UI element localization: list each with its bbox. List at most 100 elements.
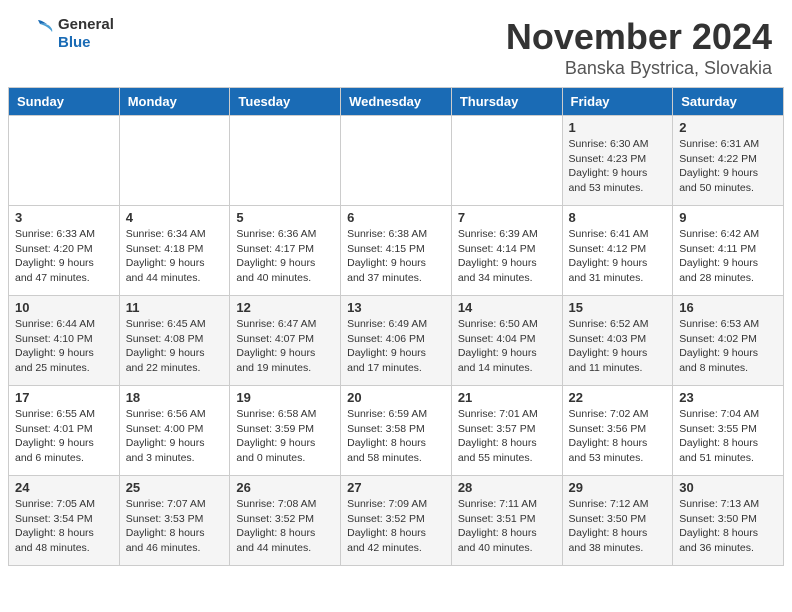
table-cell: 23Sunrise: 7:04 AM Sunset: 3:55 PM Dayli… xyxy=(673,386,784,476)
day-number: 16 xyxy=(679,300,777,315)
weekday-header-row: Sunday Monday Tuesday Wednesday Thursday… xyxy=(9,88,784,116)
header-tuesday: Tuesday xyxy=(230,88,341,116)
day-number: 19 xyxy=(236,390,334,405)
table-cell: 25 Sunrise: 7:07 AM Sunset: 3:53 PM Dayli… xyxy=(119,476,230,566)
table-cell xyxy=(119,116,230,206)
day-info: Sunrise: 7:02 AM Sunset: 3:56 PM Dayligh… xyxy=(569,407,667,466)
header-sunday: Sunday xyxy=(9,88,120,116)
day-number: 7 xyxy=(458,210,556,225)
table-cell: 11 Sunrise: 6:45 AM Sunset: 4:08 PM Dayli… xyxy=(119,296,230,386)
table-cell: 3 Sunrise: 6:33 AM Sunset: 4:20 PM Daylig… xyxy=(9,206,120,296)
day-number: 14 xyxy=(458,300,556,315)
table-cell: 12Sunrise: 6:47 AM Sunset: 4:07 PM Dayli… xyxy=(230,296,341,386)
table-cell: 1Sunrise: 6:30 AM Sunset: 4:23 PM Daylig… xyxy=(562,116,673,206)
header-saturday: Saturday xyxy=(673,88,784,116)
day-info: Sunrise: 6:33 AM Sunset: 4:20 PM Dayligh… xyxy=(15,227,113,286)
day-info: Sunrise: 6:53 AM Sunset: 4:02 PM Dayligh… xyxy=(679,317,777,376)
logo-blue: Blue xyxy=(58,34,114,52)
table-cell xyxy=(451,116,562,206)
table-cell xyxy=(9,116,120,206)
day-info: Sunrise: 6:39 AM Sunset: 4:14 PM Dayligh… xyxy=(458,227,556,286)
week-row-4: 17Sunrise: 6:55 AM Sunset: 4:01 PM Dayli… xyxy=(9,386,784,476)
logo: General Blue xyxy=(20,16,114,52)
table-cell: 24 Sunrise: 7:05 AM Sunset: 3:54 PM Dayli… xyxy=(9,476,120,566)
table-cell: 20 Sunrise: 6:59 AM Sunset: 3:58 PM Dayli… xyxy=(341,386,452,476)
table-cell: 8 Sunrise: 6:41 AM Sunset: 4:12 PM Daylig… xyxy=(562,206,673,296)
week-row-1: 1Sunrise: 6:30 AM Sunset: 4:23 PM Daylig… xyxy=(9,116,784,206)
header-wednesday: Wednesday xyxy=(341,88,452,116)
page-container: General Blue November 2024 Banska Bystri… xyxy=(0,0,792,566)
day-number: 6 xyxy=(347,210,445,225)
header-friday: Friday xyxy=(562,88,673,116)
day-number: 29 xyxy=(569,480,667,495)
table-cell: 29 Sunrise: 7:12 AM Sunset: 3:50 PM Dayli… xyxy=(562,476,673,566)
day-number: 2 xyxy=(679,120,777,135)
day-info: Sunrise: 7:12 AM Sunset: 3:50 PM Dayligh… xyxy=(569,497,667,556)
day-info: Sunrise: 6:58 AM Sunset: 3:59 PM Dayligh… xyxy=(236,407,334,466)
day-number: 30 xyxy=(679,480,777,495)
day-info: Sunrise: 6:59 AM Sunset: 3:58 PM Dayligh… xyxy=(347,407,445,466)
day-info: Sunrise: 6:55 AM Sunset: 4:01 PM Dayligh… xyxy=(15,407,113,466)
header-monday: Monday xyxy=(119,88,230,116)
table-cell: 21Sunrise: 7:01 AM Sunset: 3:57 PM Dayli… xyxy=(451,386,562,476)
day-info: Sunrise: 7:09 AM Sunset: 3:52 PM Dayligh… xyxy=(347,497,445,556)
day-number: 9 xyxy=(679,210,777,225)
table-cell: 17Sunrise: 6:55 AM Sunset: 4:01 PM Dayli… xyxy=(9,386,120,476)
table-cell: 22Sunrise: 7:02 AM Sunset: 3:56 PM Dayli… xyxy=(562,386,673,476)
location: Banska Bystrica, Slovakia xyxy=(506,58,772,79)
day-info: Sunrise: 7:08 AM Sunset: 3:52 PM Dayligh… xyxy=(236,497,334,556)
week-row-2: 3 Sunrise: 6:33 AM Sunset: 4:20 PM Daylig… xyxy=(9,206,784,296)
day-info: Sunrise: 7:13 AM Sunset: 3:50 PM Dayligh… xyxy=(679,497,777,556)
table-cell: 30 Sunrise: 7:13 AM Sunset: 3:50 PM Dayli… xyxy=(673,476,784,566)
table-cell: 6Sunrise: 6:38 AM Sunset: 4:15 PM Daylig… xyxy=(341,206,452,296)
table-cell: 4Sunrise: 6:34 AM Sunset: 4:18 PM Daylig… xyxy=(119,206,230,296)
table-cell: 10Sunrise: 6:44 AM Sunset: 4:10 PM Dayli… xyxy=(9,296,120,386)
day-number: 26 xyxy=(236,480,334,495)
day-number: 11 xyxy=(126,300,224,315)
title-section: November 2024 Banska Bystrica, Slovakia xyxy=(506,16,772,79)
table-cell: 2 Sunrise: 6:31 AM Sunset: 4:22 PM Daylig… xyxy=(673,116,784,206)
day-info: Sunrise: 7:05 AM Sunset: 3:54 PM Dayligh… xyxy=(15,497,113,556)
table-cell: 9 Sunrise: 6:42 AM Sunset: 4:11 PM Daylig… xyxy=(673,206,784,296)
day-info: Sunrise: 6:44 AM Sunset: 4:10 PM Dayligh… xyxy=(15,317,113,376)
day-info: Sunrise: 6:36 AM Sunset: 4:17 PM Dayligh… xyxy=(236,227,334,286)
day-number: 5 xyxy=(236,210,334,225)
day-info: Sunrise: 7:11 AM Sunset: 3:51 PM Dayligh… xyxy=(458,497,556,556)
table-cell: 15Sunrise: 6:52 AM Sunset: 4:03 PM Dayli… xyxy=(562,296,673,386)
day-info: Sunrise: 7:07 AM Sunset: 3:53 PM Dayligh… xyxy=(126,497,224,556)
day-number: 28 xyxy=(458,480,556,495)
day-info: Sunrise: 6:45 AM Sunset: 4:08 PM Dayligh… xyxy=(126,317,224,376)
table-cell: 5 Sunrise: 6:36 AM Sunset: 4:17 PM Daylig… xyxy=(230,206,341,296)
table-cell: 7 Sunrise: 6:39 AM Sunset: 4:14 PM Daylig… xyxy=(451,206,562,296)
day-number: 25 xyxy=(126,480,224,495)
table-cell: 16 Sunrise: 6:53 AM Sunset: 4:02 PM Dayli… xyxy=(673,296,784,386)
table-cell: 27 Sunrise: 7:09 AM Sunset: 3:52 PM Dayli… xyxy=(341,476,452,566)
day-number: 18 xyxy=(126,390,224,405)
page-header: General Blue November 2024 Banska Bystri… xyxy=(0,0,792,87)
day-number: 3 xyxy=(15,210,113,225)
day-info: Sunrise: 6:50 AM Sunset: 4:04 PM Dayligh… xyxy=(458,317,556,376)
day-info: Sunrise: 6:42 AM Sunset: 4:11 PM Dayligh… xyxy=(679,227,777,286)
day-info: Sunrise: 6:41 AM Sunset: 4:12 PM Dayligh… xyxy=(569,227,667,286)
day-number: 12 xyxy=(236,300,334,315)
logo-general: General xyxy=(58,16,114,34)
table-cell: 28 Sunrise: 7:11 AM Sunset: 3:51 PM Dayli… xyxy=(451,476,562,566)
day-info: Sunrise: 7:04 AM Sunset: 3:55 PM Dayligh… xyxy=(679,407,777,466)
day-number: 24 xyxy=(15,480,113,495)
day-number: 4 xyxy=(126,210,224,225)
table-cell: 14 Sunrise: 6:50 AM Sunset: 4:04 PM Dayli… xyxy=(451,296,562,386)
table-cell: 19 Sunrise: 6:58 AM Sunset: 3:59 PM Dayli… xyxy=(230,386,341,476)
day-number: 21 xyxy=(458,390,556,405)
table-cell: 26 Sunrise: 7:08 AM Sunset: 3:52 PM Dayli… xyxy=(230,476,341,566)
day-info: Sunrise: 6:31 AM Sunset: 4:22 PM Dayligh… xyxy=(679,137,777,196)
table-cell xyxy=(230,116,341,206)
day-number: 13 xyxy=(347,300,445,315)
table-cell: 18Sunrise: 6:56 AM Sunset: 4:00 PM Dayli… xyxy=(119,386,230,476)
day-info: Sunrise: 6:52 AM Sunset: 4:03 PM Dayligh… xyxy=(569,317,667,376)
day-number: 27 xyxy=(347,480,445,495)
day-info: Sunrise: 6:30 AM Sunset: 4:23 PM Dayligh… xyxy=(569,137,667,196)
calendar-table: Sunday Monday Tuesday Wednesday Thursday… xyxy=(8,87,784,566)
day-number: 8 xyxy=(569,210,667,225)
week-row-3: 10Sunrise: 6:44 AM Sunset: 4:10 PM Dayli… xyxy=(9,296,784,386)
day-number: 20 xyxy=(347,390,445,405)
